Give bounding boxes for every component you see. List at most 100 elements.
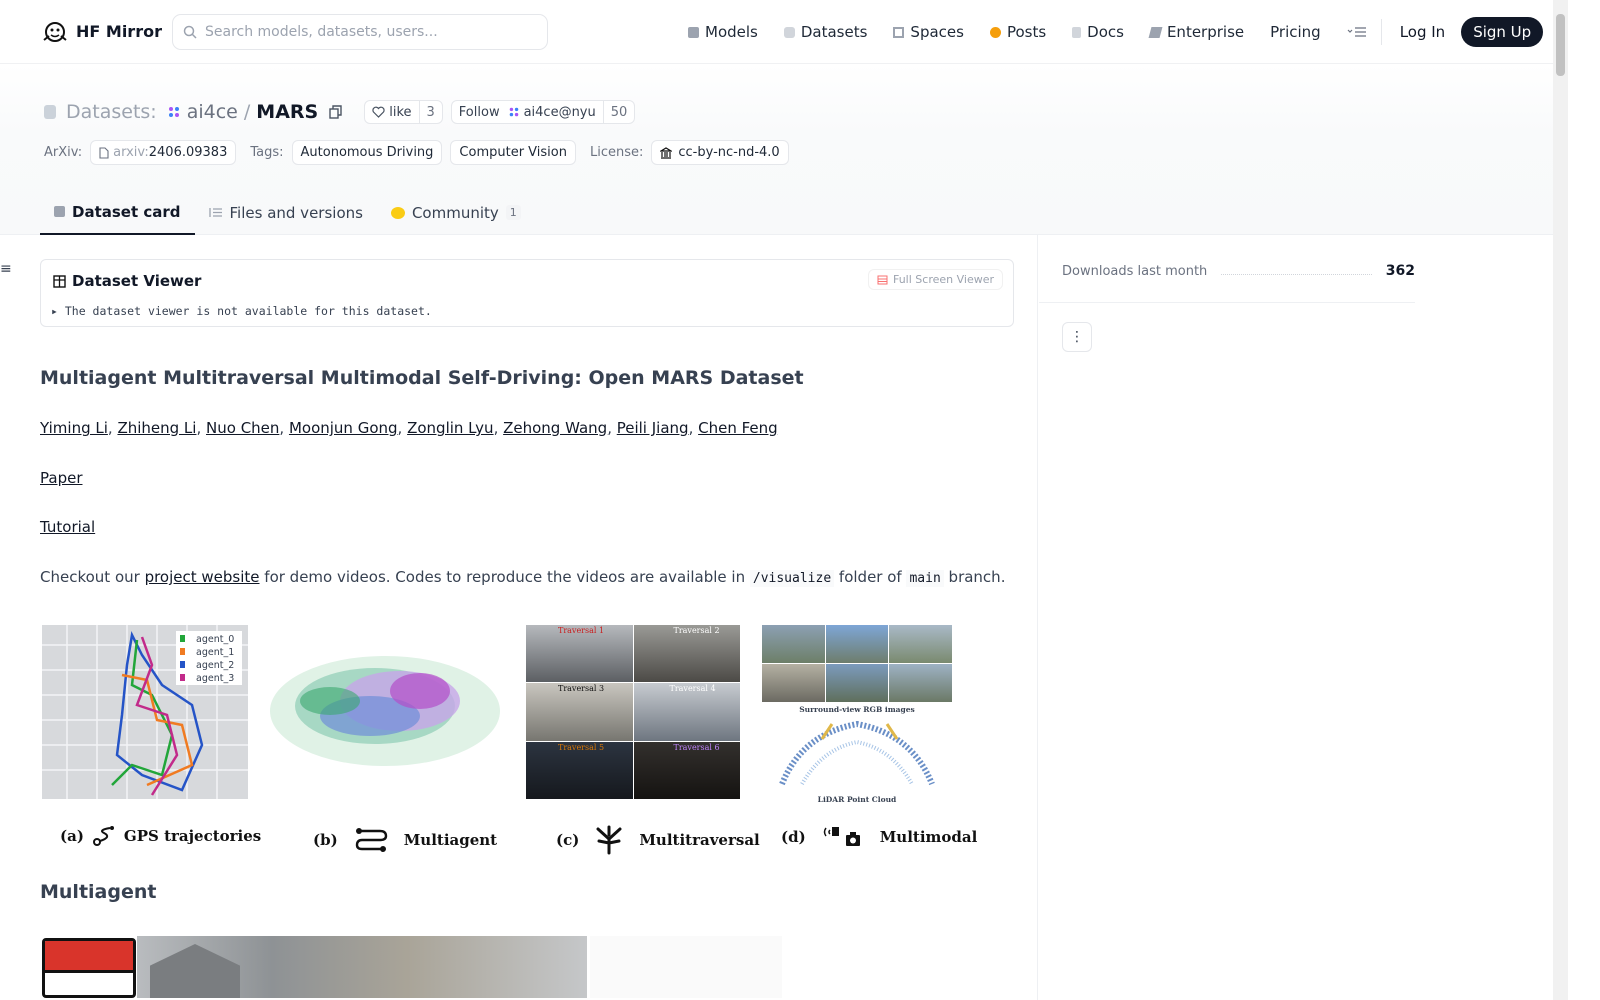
project-website-link[interactable]: project website	[145, 568, 260, 586]
signup-button[interactable]: Sign Up	[1461, 17, 1544, 47]
nav-spaces-label: Spaces	[910, 23, 964, 41]
lidar-label: LiDAR Point Cloud	[817, 795, 897, 804]
checkout-mid: for demo videos. Codes to reproduce the …	[259, 568, 750, 586]
repo-owner-link[interactable]: ai4ce	[187, 101, 238, 123]
surround-cell	[762, 625, 825, 663]
branching-icon	[596, 825, 622, 855]
tab-dataset-card-label: Dataset card	[72, 202, 181, 221]
table-icon	[53, 274, 66, 288]
author-link[interactable]: Zhiheng Li	[117, 419, 196, 437]
like-button[interactable]: like 3	[364, 100, 443, 124]
nav-links: Models Datasets Spaces Posts Docs Enterp…	[688, 0, 1544, 64]
caption-letter: (c)	[556, 831, 580, 849]
nav-posts[interactable]: Posts	[989, 23, 1047, 41]
search-icon	[183, 25, 197, 39]
scrollbar-thumb[interactable]	[1556, 14, 1565, 76]
paper-link[interactable]: Paper	[40, 469, 82, 487]
toc-toggle-icon[interactable]: ≡	[0, 261, 12, 277]
viewer-title: Dataset Viewer	[53, 272, 201, 290]
traversal-cell: Traversal 3	[526, 683, 633, 741]
tab-community[interactable]: Community 1	[377, 190, 535, 235]
full-screen-viewer-button[interactable]: Full Screen Viewer	[867, 269, 1003, 290]
spaces-icon	[893, 26, 905, 38]
tab-files-and-versions[interactable]: Files and versions	[195, 190, 377, 235]
more-options-button[interactable]: ⋮	[1062, 322, 1092, 352]
downloads-stat: Downloads last month 362	[1062, 263, 1415, 279]
license-tag[interactable]: cc-by-nc-nd-4.0	[651, 140, 789, 165]
nav-spaces[interactable]: Spaces	[893, 23, 964, 41]
tutorial-link[interactable]: Tutorial	[40, 518, 95, 536]
legend-swatch	[180, 661, 185, 668]
caption-letter: (d)	[781, 828, 806, 846]
nav-enterprise[interactable]: Enterprise	[1148, 23, 1244, 41]
multitraversal-grid: Traversal 1 Traversal 2 Traversal 3 Trav…	[526, 625, 740, 799]
caption-letter: (b)	[313, 831, 338, 849]
page-scrollbar[interactable]	[1553, 0, 1568, 1000]
tag-computer-vision[interactable]: Computer Vision	[450, 140, 576, 165]
copy-icon[interactable]	[328, 104, 344, 120]
nav-datasets-label: Datasets	[800, 23, 868, 41]
search-input[interactable]	[205, 24, 525, 40]
nav-models[interactable]: Models	[688, 23, 758, 41]
nav-datasets[interactable]: Datasets	[783, 23, 868, 41]
author-link[interactable]: Nuo Chen	[206, 419, 279, 437]
lidar-point-cloud	[779, 720, 935, 786]
search-box[interactable]	[172, 14, 548, 50]
tag-autonomous-driving[interactable]: Autonomous Driving	[291, 140, 443, 165]
tab-dataset-card[interactable]: Dataset card	[40, 190, 195, 235]
follow-button[interactable]: Follow ai4ce@nyu 50	[450, 100, 636, 124]
more-menu-button[interactable]	[1347, 26, 1367, 38]
license-label: License:	[589, 145, 644, 160]
gps-legend: agent_0 agent_1 agent_2 agent_3	[180, 633, 234, 685]
dataset-icon	[44, 105, 56, 119]
nav-posts-label: Posts	[1006, 23, 1047, 41]
author-link[interactable]: Zonglin Lyu	[407, 419, 493, 437]
surround-view-label: Surround-view RGB images	[799, 705, 915, 714]
author-link[interactable]: Chen Feng	[698, 419, 778, 437]
author-link[interactable]: Peili Jiang	[617, 419, 689, 437]
traversal-label: Traversal 2	[673, 626, 720, 635]
fullscreen-table-icon	[877, 275, 888, 284]
checkout-mid2: folder of	[834, 568, 907, 586]
nav-pricing[interactable]: Pricing	[1270, 23, 1321, 41]
calendar-icon	[42, 938, 136, 998]
downloads-value: 362	[1385, 263, 1415, 279]
legend-label: agent_3	[196, 673, 235, 684]
downloads-label: Downloads last month	[1062, 263, 1208, 279]
brand-logo[interactable]: HF Mirror	[42, 20, 162, 44]
caption-text: Multiagent	[403, 831, 498, 849]
nav-docs[interactable]: Docs	[1072, 23, 1124, 41]
legend-label: agent_2	[196, 660, 235, 671]
menu-lines-icon	[1347, 27, 1366, 37]
top-nav: HF Mirror Models Datasets Spaces Posts D…	[0, 0, 1568, 64]
traversal-cell: Traversal 5	[526, 741, 633, 799]
traversal-label: Traversal 1	[558, 626, 605, 635]
nav-pricing-label: Pricing	[1270, 23, 1321, 41]
viewer-message[interactable]: ▸ The dataset viewer is not available fo…	[51, 304, 432, 318]
traversal-cell: Traversal 1	[526, 625, 633, 683]
full-screen-viewer-label: Full Screen Viewer	[892, 273, 994, 286]
caption-text: Multimodal	[879, 828, 978, 846]
heart-icon	[372, 106, 385, 118]
nav-models-label: Models	[705, 23, 758, 41]
login-link[interactable]: Log In	[1400, 23, 1446, 41]
document-icon	[99, 146, 109, 159]
traversal-label: Traversal 3	[558, 684, 605, 694]
author-link[interactable]: Zehong Wang	[503, 419, 607, 437]
multiagent-icon	[355, 828, 387, 852]
author-link[interactable]: Yiming Li	[40, 419, 108, 437]
arxiv-tag[interactable]: arxiv: 2406.09383	[90, 140, 237, 165]
files-icon	[208, 208, 222, 217]
arxiv-prefix: arxiv:	[113, 145, 149, 160]
docs-icon	[1072, 26, 1082, 38]
checkout-suffix: branch.	[943, 568, 1006, 586]
caption-d: (d) Multimodal	[781, 825, 977, 849]
community-icon	[390, 206, 405, 219]
like-label: like	[389, 104, 412, 120]
org-avatar-icon	[168, 107, 179, 117]
authors-line: Yiming Li, Zhiheng Li, Nuo Chen, Moonjun…	[40, 419, 778, 437]
license-value: cc-by-nc-nd-4.0	[678, 145, 780, 160]
legend-item: agent_1	[180, 646, 234, 659]
multiagent-image	[40, 936, 782, 998]
author-link[interactable]: Moonjun Gong	[289, 419, 398, 437]
